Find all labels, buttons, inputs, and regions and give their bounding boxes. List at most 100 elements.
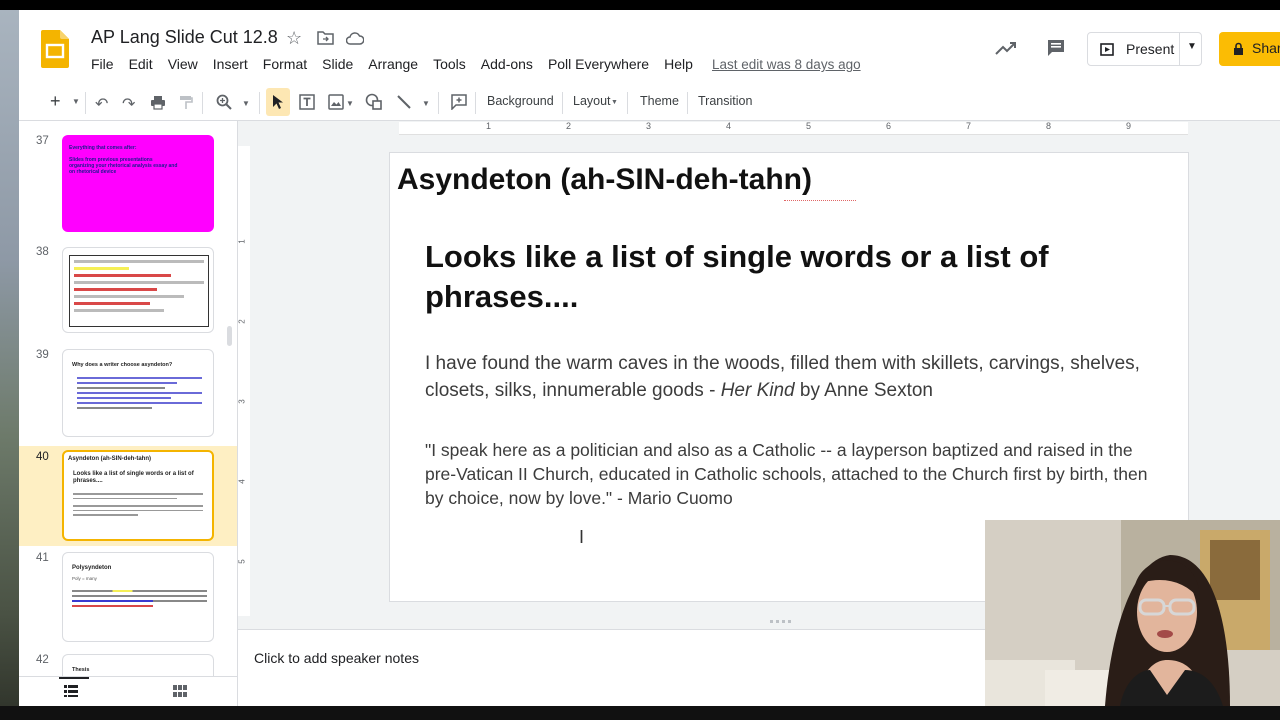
select-tool[interactable] [266,88,290,116]
presenter-video-icon [985,520,1280,706]
thumb-subtitle: Poly = many [72,576,97,581]
present-dropdown-icon[interactable]: ▼ [1187,41,1197,52]
document-title[interactable]: AP Lang Slide Cut 12.8 [91,27,278,48]
star-icon[interactable]: ☆ [286,28,302,49]
notes-resize-handle[interactable] [770,620,794,623]
quote-sexton-author: by Anne Sexton [794,380,933,401]
menu-format[interactable]: Format [263,56,307,72]
print-icon[interactable] [150,95,166,110]
ruler-tick: 5 [237,559,247,564]
menu-slide[interactable]: Slide [322,56,353,72]
image-icon[interactable] [328,94,344,110]
slide-thumbnail-38[interactable] [62,247,214,333]
menu-edit[interactable]: Edit [129,56,153,72]
grid-view-icon[interactable] [173,685,187,697]
ruler-tick: 1 [486,121,492,131]
comments-icon[interactable] [1046,38,1066,58]
filmstrip-view-toggle [19,676,237,706]
slide-number: 41 [36,552,49,564]
layout-dropdown-icon[interactable]: ▼ [611,99,618,106]
move-folder-icon[interactable] [317,31,334,45]
toolbar-separator [562,92,563,114]
thumb-lines [72,587,207,610]
filmstrip-scrollbar[interactable] [227,326,232,346]
ruler-tick: 3 [237,399,247,404]
toolbar-separator [687,92,688,114]
last-edit-link[interactable]: Last edit was 8 days ago [712,57,861,72]
screen-bottom-edge [0,706,1280,720]
quote-sexton-work: Her Kind [720,380,795,401]
slide-number: 40 [36,451,49,463]
menu-file[interactable]: File [91,56,114,72]
filmstrip-view-icon[interactable] [64,685,78,697]
undo-icon[interactable]: ↶ [95,94,108,114]
slide-thumbnail-37[interactable]: Everything that comes after: Slides from… [62,135,214,232]
line-tool-icon[interactable] [396,94,412,110]
ruler-tick: 5 [806,121,812,131]
menu-help[interactable]: Help [664,56,693,72]
spellcheck-underline [784,200,856,201]
activity-trend-icon[interactable] [995,40,1017,56]
thumb-title: Polysyndeton [72,565,112,571]
thumb-lines [73,490,203,519]
share-button[interactable]: Shar [1219,32,1280,66]
add-comment-icon[interactable] [451,94,467,110]
active-view-indicator [59,677,89,679]
toolbar-separator [627,92,628,114]
slide-thumbnail-40[interactable]: Asyndeton (ah-SIN-deh-tahn) Looks like a… [62,450,214,541]
slide-number: 37 [36,135,49,147]
slide-thumbnail-39[interactable]: Why does a writer choose asyndeton? [62,349,214,437]
text-box-icon[interactable] [298,93,316,111]
slides-app-window: AP Lang Slide Cut 12.8 ☆ File Edit View … [19,10,1280,706]
menu-poll-everywhere[interactable]: Poll Everywhere [548,56,649,72]
ruler-tick: 8 [1046,121,1052,131]
cloud-saved-icon[interactable] [346,32,364,45]
slide-thumbnail-41[interactable]: Polysyndeton Poly = many [62,552,214,642]
menu-bar: File Edit View Insert Format Slide Arran… [91,56,708,72]
new-slide-plus-icon[interactable]: + [50,91,61,112]
menu-add-ons[interactable]: Add-ons [481,56,533,72]
quote-cuomo[interactable]: "I speak here as a politician and also a… [425,438,1165,510]
slide-title[interactable]: Asyndeton (ah-SIN-deh-tahn) [397,163,812,197]
new-slide-dropdown-icon[interactable]: ▼ [72,97,80,106]
paint-format-icon[interactable] [179,95,193,110]
menu-tools[interactable]: Tools [433,56,466,72]
share-label: Shar [1252,40,1280,56]
slide-number: 39 [36,349,49,361]
image-dropdown-icon[interactable]: ▼ [346,99,354,108]
presenter-webcam [985,520,1280,706]
menu-view[interactable]: View [168,56,198,72]
zoom-icon[interactable] [216,94,232,110]
ruler-tick: 2 [566,121,572,131]
transition-button[interactable]: Transition [698,94,752,108]
thumb-heading: Looks like a list of single words or a l… [73,471,194,484]
line-dropdown-icon[interactable]: ▼ [422,99,430,108]
thumb-lines [77,374,202,412]
thumb-title: Asyndeton (ah-SIN-deh-tahn) [68,456,151,462]
redo-icon[interactable]: ↷ [122,94,135,114]
ruler-tick: 4 [237,479,247,484]
slides-logo-icon[interactable] [41,30,69,68]
ruler-tick: 9 [1126,121,1132,131]
toolbar-separator [85,92,86,114]
menu-insert[interactable]: Insert [213,56,248,72]
text-cursor-icon: I [579,527,585,547]
background-button[interactable]: Background [487,94,554,108]
toolbar-separator [475,92,476,114]
thumb-table [69,255,209,327]
menu-arrange[interactable]: Arrange [368,56,418,72]
speaker-notes-placeholder: Click to add speaker notes [254,650,419,666]
slide-filmstrip[interactable]: 37 Everything that comes after: Slides f… [19,121,237,684]
slide-heading[interactable]: Looks like a list of single words or a l… [425,237,1145,317]
present-button[interactable]: Present ▼ [1087,32,1202,66]
horizontal-ruler: 1 2 3 4 5 6 7 8 9 [399,121,1188,135]
vertical-ruler: 1 2 3 4 5 [238,146,250,616]
shape-icon[interactable] [365,93,383,111]
ruler-tick: 7 [966,121,972,131]
zoom-dropdown-icon[interactable]: ▼ [242,99,250,108]
layout-button[interactable]: Layout [573,94,611,108]
thumb-title: Thesis [72,667,90,673]
theme-button[interactable]: Theme [640,94,679,108]
toolbar-separator [259,92,260,114]
quote-sexton[interactable]: I have found the warm caves in the woods… [425,350,1165,404]
